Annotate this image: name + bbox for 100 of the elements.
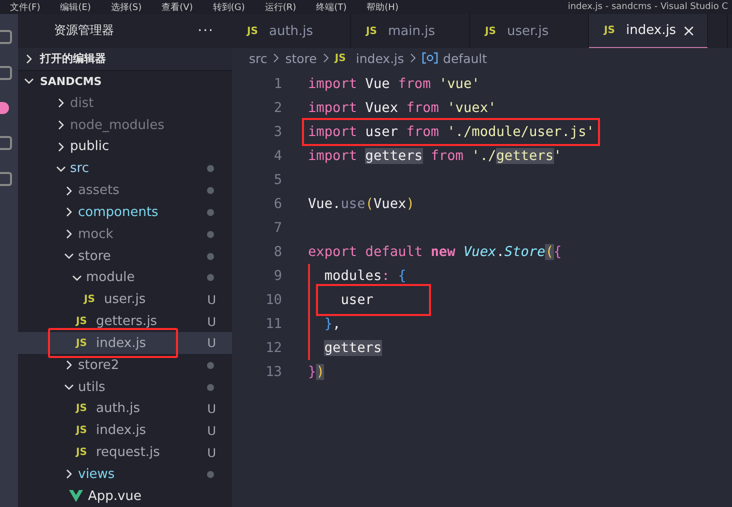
breadcrumb-item[interactable]: src (249, 50, 268, 66)
section-header[interactable]: 打开的编辑器 (18, 48, 232, 70)
code-token: import (308, 148, 358, 164)
file-name: views (78, 466, 115, 482)
symbol-icon (422, 52, 438, 64)
code-token: use (340, 196, 366, 212)
file-name: src (70, 161, 89, 176)
js-file-icon: JS (76, 425, 92, 436)
code-token: Vuex (463, 244, 496, 260)
breadcrumb-item[interactable]: store (285, 50, 317, 66)
line-number: 2 (272, 100, 282, 116)
breadcrumb-item[interactable]: index.js (356, 50, 404, 66)
file-name: App.vue (88, 488, 142, 504)
code-token: getters (365, 148, 423, 164)
menu-item[interactable]: 查看(V) (162, 0, 193, 14)
file-tree-row[interactable]: dist (18, 92, 232, 114)
menu-item[interactable]: 帮助(H) (366, 0, 398, 14)
menu-item[interactable]: 选择(S) (110, 0, 142, 14)
more-actions-button[interactable]: ··· (198, 22, 214, 39)
js-file-icon: JS (366, 26, 382, 36)
js-file-icon: JS (247, 26, 263, 36)
git-status-label: U (207, 424, 216, 438)
tab-label: user.js (507, 24, 549, 38)
file-tree-row[interactable]: utils (18, 376, 232, 398)
file-name: user.js (104, 292, 146, 308)
file-tree-row[interactable]: JS auth.js U (18, 398, 232, 420)
file-tree-row[interactable]: components (18, 202, 232, 224)
git-status-label: U (207, 402, 216, 416)
editor-tab[interactable]: JS index.js × (589, 14, 708, 48)
code-token: user (365, 124, 398, 140)
menu-item[interactable]: 运行(R) (264, 0, 296, 14)
git-status-label: U (207, 314, 216, 329)
file-tree-row[interactable]: public (18, 136, 232, 158)
file-name: auth.js (96, 401, 140, 416)
code-token: { (554, 244, 562, 260)
line-number: 4 (272, 148, 282, 164)
file-tree-row[interactable]: JS user.js U (18, 288, 232, 311)
file-tree-row[interactable]: assets (18, 180, 232, 202)
line-number: 10 (264, 292, 282, 308)
file-name: public (70, 139, 110, 154)
code-token: getters (324, 340, 382, 356)
code-token: 'vue' (438, 76, 480, 92)
file-name: module (86, 270, 135, 286)
file-name: store (78, 248, 111, 264)
file-tree-row[interactable]: views (18, 463, 232, 486)
code-token: ' (554, 148, 562, 164)
code-token: from (398, 76, 431, 92)
notification-badge (0, 102, 9, 114)
menu-item[interactable]: 转到(G) (212, 0, 245, 14)
code-token: './ (472, 148, 496, 164)
code-token: getters (496, 148, 554, 164)
file-tree-row[interactable]: JS getters.js U (18, 310, 232, 332)
code-token: Vue. (308, 196, 341, 212)
git-status-label: U (207, 336, 216, 350)
line-number: 7 (272, 220, 282, 236)
section-title: SANDCMS (40, 74, 102, 88)
code-token: Store (504, 244, 546, 260)
file-tree-row[interactable]: module (18, 267, 232, 289)
code-token: import (308, 124, 358, 140)
file-tree-row[interactable]: store (18, 245, 232, 267)
code-token: ( (545, 244, 554, 260)
file-tree-row[interactable]: JS index.js U (18, 420, 232, 442)
file-name: dist (70, 96, 94, 111)
file-name: store2 (78, 358, 120, 373)
vue-file-icon (68, 489, 84, 504)
js-file-icon: JS (604, 25, 620, 36)
code-token: 'vuex' (447, 100, 496, 116)
js-file-icon: JS (76, 403, 92, 414)
tab-label: index.js (626, 23, 676, 38)
line-number: 1 (272, 76, 282, 92)
code-token: modules (324, 268, 382, 284)
file-tree-row[interactable]: App.vue (18, 485, 232, 507)
file-name: node_modules (70, 118, 164, 133)
file-tree-row[interactable]: src (18, 158, 232, 180)
close-icon[interactable]: × (682, 21, 696, 40)
menu-item[interactable]: 编辑(E) (60, 0, 91, 14)
code-token: ( (365, 196, 374, 212)
menu-item[interactable]: 文件(F) (10, 0, 40, 14)
chevron-icon (322, 53, 330, 63)
code-token: } (308, 364, 316, 380)
file-tree-row[interactable]: mock (18, 223, 232, 246)
file-tree-row[interactable]: store2 (18, 354, 232, 376)
code-token: export (308, 244, 358, 260)
breadcrumb-item[interactable]: default (443, 50, 488, 66)
line-number: 13 (264, 364, 282, 380)
code-token: new (430, 244, 456, 260)
code-token: from (406, 100, 439, 116)
code-token: : (382, 268, 390, 284)
menu-item[interactable]: 终端(T) (316, 0, 347, 14)
file-tree-row[interactable]: JS request.js U (18, 442, 232, 464)
file-name: utils (78, 380, 106, 395)
code-token: ) (406, 196, 414, 212)
code-token: user (340, 292, 374, 308)
code-token: from (406, 124, 439, 140)
file-tree-row[interactable]: node_modules (18, 114, 232, 136)
code-token: , (332, 316, 341, 332)
js-file-icon: JS (76, 316, 92, 328)
line-number: 9 (272, 268, 282, 284)
code-token: Vuex (374, 196, 406, 212)
tab-label: main.js (388, 24, 435, 38)
